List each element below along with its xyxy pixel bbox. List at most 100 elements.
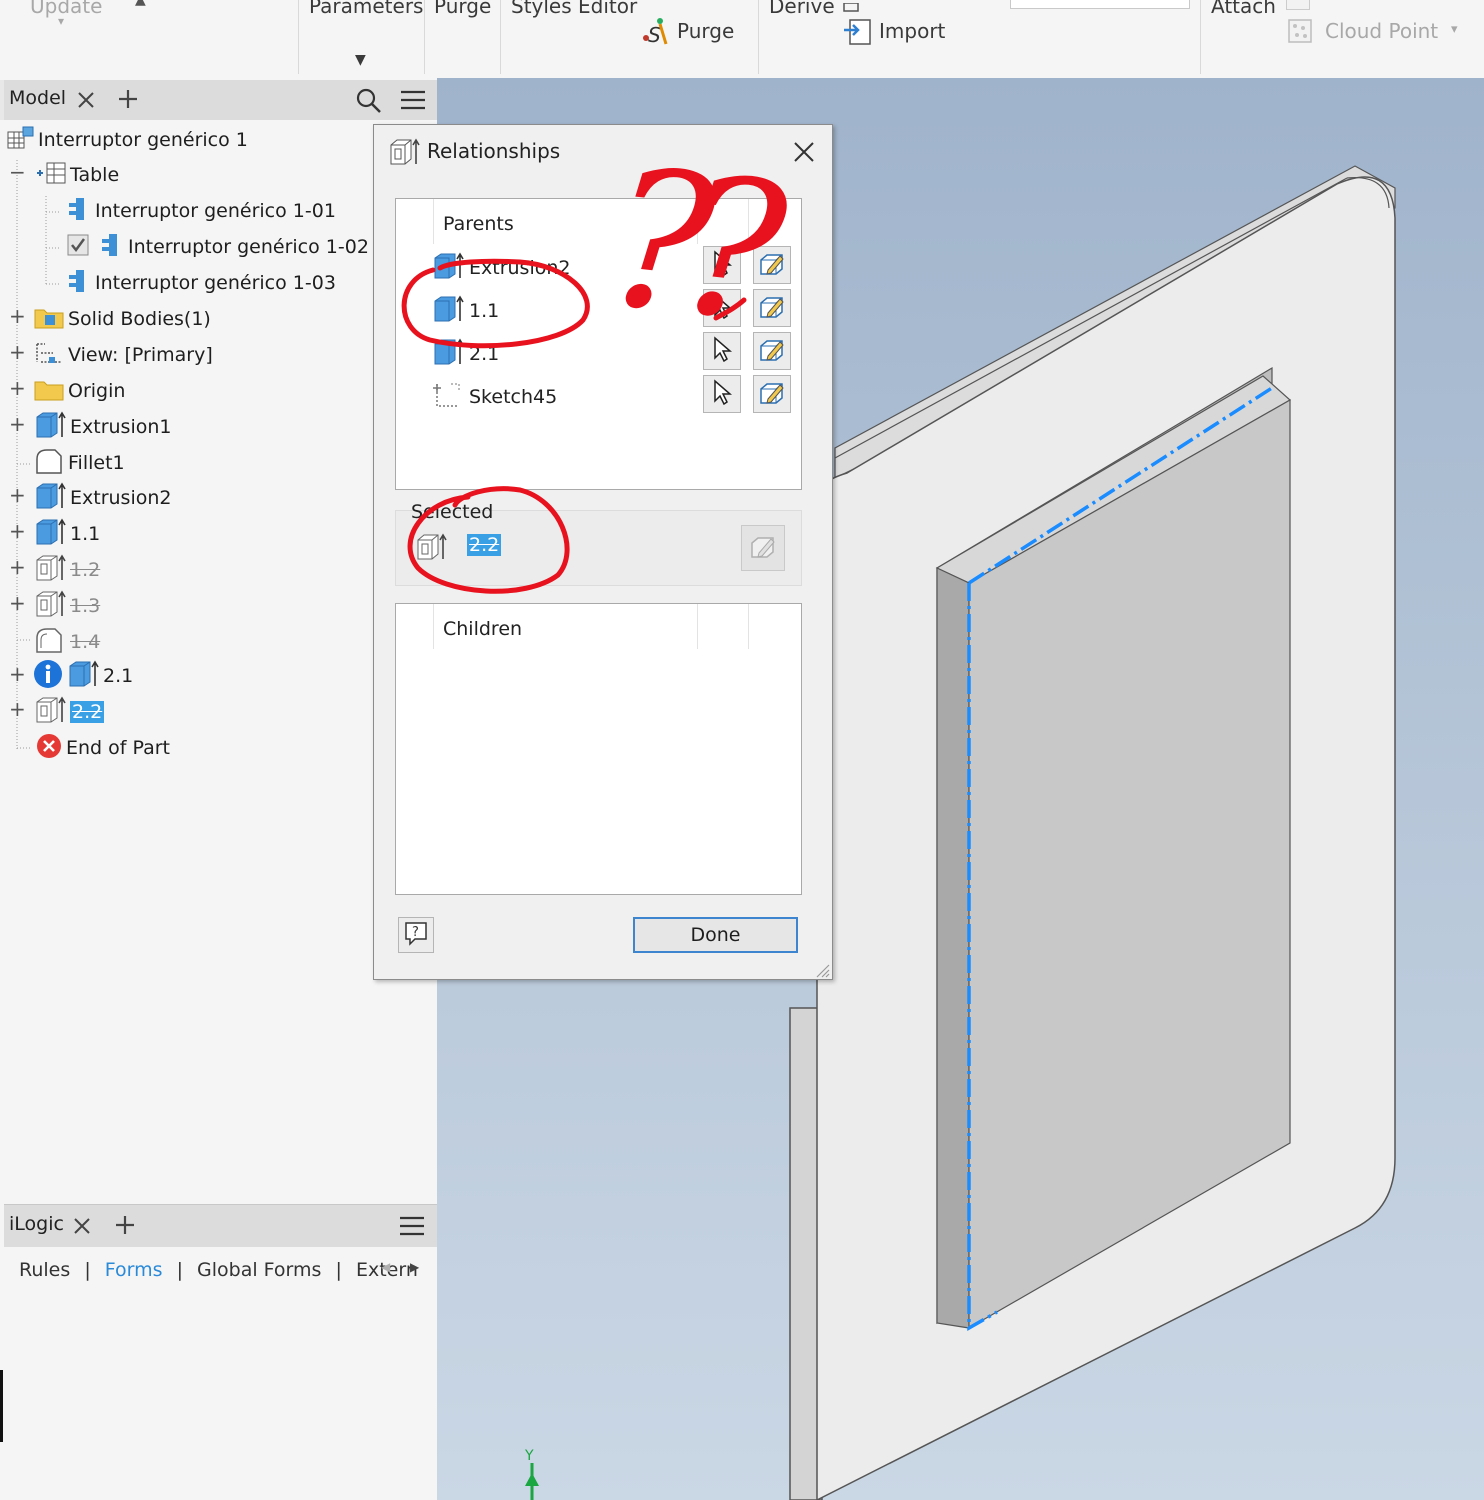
close-icon[interactable] xyxy=(792,140,816,169)
tab-ilogic[interactable]: iLogic xyxy=(9,1213,64,1235)
tree-item-2-2-selected[interactable]: 2.2 xyxy=(33,695,105,729)
search-icon[interactable] xyxy=(355,87,383,120)
extrusion-icon xyxy=(33,410,67,444)
tree-item-origin[interactable]: Origin xyxy=(33,374,125,408)
resize-grip-icon[interactable] xyxy=(814,961,830,983)
ribbon-small-button[interactable] xyxy=(1286,0,1310,10)
end-of-part-icon xyxy=(35,732,63,765)
close-tab-icon[interactable] xyxy=(76,90,96,115)
expand-icon[interactable]: + xyxy=(9,697,26,721)
tab-rules[interactable]: Rules xyxy=(19,1259,70,1281)
children-header: Children xyxy=(443,618,523,640)
tree-label: 1.2 xyxy=(70,559,101,581)
cloud-point-dropdown-icon[interactable]: ▾ xyxy=(1451,22,1458,37)
purge-button[interactable]: Purge xyxy=(677,19,734,43)
cloud-point-button[interactable]: Cloud Point xyxy=(1325,19,1438,43)
done-button[interactable]: Done xyxy=(633,917,798,953)
parent-row[interactable]: 1.1 xyxy=(431,294,499,328)
edit-parent-button[interactable] xyxy=(753,375,791,413)
tree-item-member-01[interactable]: Interruptor genérico 1-01 xyxy=(66,194,336,228)
y-axis-label: Y xyxy=(525,1448,534,1464)
cloud-point-icon xyxy=(1287,18,1315,51)
tab-divider: | xyxy=(84,1259,91,1281)
tree-item-table[interactable]: Table xyxy=(35,158,119,192)
tree-label: 1.4 xyxy=(70,631,101,653)
add-tab-icon[interactable] xyxy=(117,88,139,115)
edit-feature-icon xyxy=(758,293,786,324)
help-button[interactable]: ? xyxy=(398,917,434,953)
edit-feature-icon xyxy=(749,533,777,564)
ilogic-tab-bar: iLogic xyxy=(4,1204,437,1247)
tree-item-fillet1[interactable]: Fillet1 xyxy=(33,446,125,480)
expand-icon[interactable]: + xyxy=(9,376,26,400)
selected-section: Selected 2.2 xyxy=(395,501,802,586)
member-icon xyxy=(66,196,92,227)
attach-button[interactable]: Attach xyxy=(1211,0,1276,18)
edit-parent-button[interactable] xyxy=(753,289,791,327)
children-list: Children xyxy=(395,603,802,895)
add-tab-icon[interactable] xyxy=(114,1214,136,1241)
parent-row[interactable]: 2.1 xyxy=(431,337,499,371)
parent-label: Sketch45 xyxy=(469,386,558,408)
scroll-left-icon[interactable]: ◀ xyxy=(381,1260,390,1274)
member-icon xyxy=(66,268,92,299)
tree-item-2-1[interactable]: 2.1 xyxy=(33,659,133,693)
tree-item-1-3-suppressed[interactable]: 1.3 xyxy=(33,589,100,623)
extrusion-icon xyxy=(33,517,67,551)
edit-parent-button[interactable] xyxy=(753,332,791,370)
svg-text:?: ? xyxy=(412,925,419,940)
relationships-dialog: Relationships Parents Extrusion2 1.1 2.1… xyxy=(373,124,833,980)
tree-item-view-primary[interactable]: View: [Primary] xyxy=(33,338,213,372)
parent-row[interactable]: Sketch45 xyxy=(431,380,557,414)
update-button[interactable]: Update xyxy=(30,0,102,18)
extrusion-icon xyxy=(431,251,465,285)
expand-icon[interactable]: + xyxy=(9,340,26,364)
derive-button[interactable]: Derive xyxy=(769,0,835,18)
tree-item-1-1[interactable]: 1.1 xyxy=(33,517,100,551)
tab-forms[interactable]: Forms xyxy=(105,1259,163,1281)
menu-icon[interactable] xyxy=(399,1214,425,1243)
tree-item-member-02[interactable]: Interruptor genérico 1-02 xyxy=(66,230,369,264)
panel-expand-icon[interactable]: ▼ xyxy=(355,52,366,68)
tab-global-forms[interactable]: Global Forms xyxy=(197,1259,321,1281)
tree-item-extrusion1[interactable]: Extrusion1 xyxy=(33,410,172,444)
tree-item-solid-bodies[interactable]: Solid Bodies(1) xyxy=(33,302,211,336)
scroll-right-icon[interactable]: ▶ xyxy=(410,1260,419,1274)
tree-item-member-03[interactable]: Interruptor genérico 1-03 xyxy=(66,266,336,300)
expand-icon[interactable]: + xyxy=(9,591,26,615)
tab-model[interactable]: Model xyxy=(9,87,66,109)
tree-item-1-2-suppressed[interactable]: 1.2 xyxy=(33,553,100,587)
member-icon xyxy=(97,232,125,263)
expand-icon[interactable]: + xyxy=(9,412,26,436)
select-parent-button[interactable] xyxy=(703,375,741,413)
expand-icon[interactable]: + xyxy=(9,483,26,507)
collapse-icon[interactable]: − xyxy=(9,160,26,184)
edit-selected-button[interactable] xyxy=(741,525,785,571)
styles-editor-button[interactable]: Styles Editor xyxy=(511,0,637,18)
update-dropdown-icon[interactable]: ▾ xyxy=(58,14,64,28)
parent-row[interactable]: Extrusion2 xyxy=(431,251,571,285)
extrusion-icon xyxy=(33,481,67,515)
import-button[interactable]: Import xyxy=(879,19,945,43)
parameters-button[interactable]: Parameters xyxy=(309,0,423,18)
menu-icon[interactable] xyxy=(400,88,426,117)
expand-icon[interactable]: + xyxy=(9,555,26,579)
purge-top-button[interactable]: Purge xyxy=(434,0,491,18)
folder-icon xyxy=(33,304,65,335)
checkbox-checked-icon[interactable] xyxy=(66,232,94,263)
tree-item-end-of-part[interactable]: End of Part xyxy=(35,731,170,765)
expand-icon[interactable]: + xyxy=(9,304,26,328)
tree-item-1-4-suppressed[interactable]: 1.4 xyxy=(33,625,100,659)
tree-item-extrusion2[interactable]: Extrusion2 xyxy=(33,481,172,515)
expand-icon[interactable]: + xyxy=(9,519,26,543)
sketch-icon xyxy=(431,380,465,415)
ribbon-combo-box[interactable] xyxy=(1010,0,1190,9)
selected-header: Selected xyxy=(411,501,494,523)
close-tab-icon[interactable] xyxy=(72,1216,92,1241)
tree-label: Fillet1 xyxy=(68,452,125,474)
expand-icon[interactable]: + xyxy=(9,662,26,686)
tree-root-part[interactable]: Interruptor genérico 1 xyxy=(7,123,248,157)
small-doc-icon xyxy=(843,0,861,18)
tree-label: Solid Bodies(1) xyxy=(68,308,211,330)
edit-parent-button[interactable] xyxy=(753,246,791,284)
